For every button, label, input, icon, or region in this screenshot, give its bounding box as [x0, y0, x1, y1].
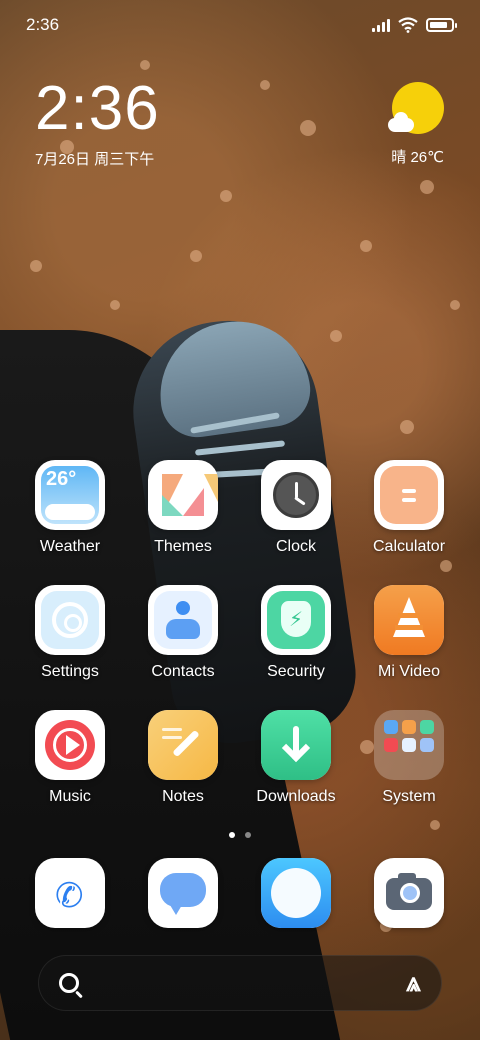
app-clock[interactable]: Clock [246, 460, 346, 556]
dock-phone[interactable]: ✆ [20, 858, 120, 928]
app-label: Downloads [256, 788, 336, 805]
themes-icon [148, 460, 218, 530]
app-label: Contacts [151, 663, 215, 680]
contacts-icon [148, 585, 218, 655]
app-themes[interactable]: Themes [133, 460, 233, 556]
settings-icon [35, 585, 105, 655]
dock-camera[interactable] [359, 858, 459, 928]
app-calculator[interactable]: Calculator [359, 460, 459, 556]
app-security[interactable]: ⚡ Security [246, 585, 346, 681]
weather-icon-temp: 26° [46, 468, 77, 490]
page-dot[interactable] [245, 832, 251, 838]
app-label: Notes [162, 788, 204, 805]
app-weather[interactable]: 26° Weather [20, 460, 120, 556]
status-icons [372, 17, 457, 33]
app-notes[interactable]: Notes [133, 710, 233, 806]
search-bar[interactable]: ⩓ [38, 955, 442, 1011]
music-icon [35, 710, 105, 780]
battery-icon [426, 18, 457, 32]
app-settings[interactable]: Settings [20, 585, 120, 681]
folder-system[interactable]: System [359, 710, 459, 806]
search-icon[interactable] [59, 973, 79, 993]
calculator-icon [374, 460, 444, 530]
app-label: Calculator [372, 538, 446, 555]
dock-messages[interactable] [133, 858, 233, 928]
signal-icon [372, 18, 390, 32]
app-label: Music [49, 788, 91, 805]
wifi-icon [398, 17, 418, 33]
status-bar: 2:36 [0, 0, 480, 50]
browser-icon [261, 858, 331, 928]
widget-date: 7月26日 周三下午 [35, 151, 155, 168]
widget-time: 2:36 [35, 74, 160, 143]
app-music[interactable]: Music [20, 710, 120, 806]
mi-video-icon [374, 585, 444, 655]
app-label: Weather [39, 538, 101, 555]
app-label: Security [267, 663, 325, 680]
clock-widget[interactable]: 2:36 7月26日 周三下午 [35, 78, 160, 169]
app-label: Themes [154, 538, 212, 555]
notes-icon [148, 710, 218, 780]
downloads-icon [261, 710, 331, 780]
clock-icon [261, 460, 331, 530]
messages-icon [148, 858, 218, 928]
app-label: Mi Video [378, 663, 440, 680]
page-indicator [0, 832, 480, 838]
app-label: Clock [275, 538, 316, 555]
app-label: Settings [41, 663, 99, 680]
system-folder-icon [374, 710, 444, 780]
assistant-icon[interactable]: ⩓ [406, 967, 421, 999]
app-downloads[interactable]: Downloads [246, 710, 346, 806]
page-dot[interactable] [229, 832, 235, 838]
camera-icon [374, 858, 444, 928]
sunny-partly-cloudy-icon [387, 82, 444, 134]
status-time: 2:36 [26, 15, 60, 34]
battery-fill [430, 22, 447, 28]
phone-icon: ✆ [35, 858, 105, 928]
app-contacts[interactable]: Contacts [133, 585, 233, 681]
dock-browser[interactable] [246, 858, 346, 928]
security-icon: ⚡ [261, 585, 331, 655]
weather-icon: 26° [35, 460, 105, 530]
app-label: System [382, 788, 436, 805]
app-mi-video[interactable]: Mi Video [359, 585, 459, 681]
weather-text: 晴 26℃ [391, 149, 444, 166]
weather-widget[interactable]: 晴 26℃ [387, 82, 444, 167]
